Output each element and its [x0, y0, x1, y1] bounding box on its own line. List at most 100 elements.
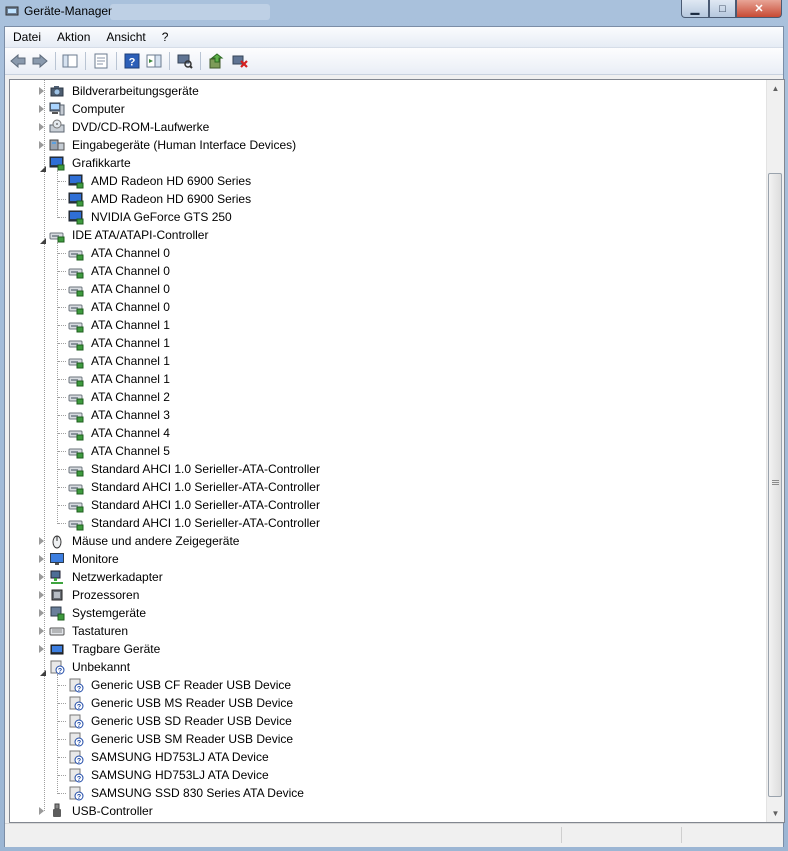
scroll-up-button[interactable]: ▲ [767, 80, 784, 97]
tree-device[interactable]: Standard AHCI 1.0 Serieller-ATA-Controll… [10, 514, 750, 532]
expand-arrow-icon[interactable] [39, 537, 44, 545]
expand-arrow-icon[interactable] [39, 105, 44, 113]
tree-device[interactable]: ? Generic USB MS Reader USB Device [10, 694, 750, 712]
display-adapter-icon [68, 192, 84, 207]
back-icon[interactable] [9, 52, 27, 70]
tree-device[interactable]: Standard AHCI 1.0 Serieller-ATA-Controll… [10, 460, 750, 478]
ide-controller-icon [68, 412, 84, 423]
properties-icon[interactable] [92, 52, 110, 70]
thumb-grip [772, 480, 779, 481]
tree-device[interactable]: ATA Channel 1 [10, 370, 750, 388]
expand-arrow-icon[interactable] [39, 123, 44, 131]
tree-category[interactable]: Systemgeräte [10, 604, 750, 622]
update-driver-icon[interactable] [207, 52, 225, 70]
expand-arrow-icon[interactable] [39, 555, 44, 563]
tree-category[interactable]: Grafikkarte [10, 154, 750, 172]
tree-item-label: Tastaturen [72, 624, 129, 638]
menu-help[interactable]: ? [154, 27, 177, 47]
tree-device[interactable]: ATA Channel 0 [10, 262, 750, 280]
tree-device[interactable]: ATA Channel 0 [10, 280, 750, 298]
tree-category[interactable]: IDE ATA/ATAPI-Controller [10, 226, 750, 244]
expand-arrow-icon[interactable] [39, 807, 44, 815]
expand-arrow-icon[interactable] [39, 591, 44, 599]
tree-device[interactable]: Standard AHCI 1.0 Serieller-ATA-Controll… [10, 478, 750, 496]
tree-device[interactable]: ATA Channel 3 [10, 406, 750, 424]
tree-device[interactable]: ATA Channel 4 [10, 424, 750, 442]
tree-device[interactable]: ? SAMSUNG SSD 830 Series ATA Device [10, 784, 750, 802]
tree-device[interactable]: ATA Channel 0 [10, 244, 750, 262]
tree-device[interactable]: ATA Channel 0 [10, 298, 750, 316]
menu-aktion[interactable]: Aktion [49, 27, 98, 47]
help-icon[interactable]: ? [123, 52, 141, 70]
tree-category[interactable]: Eingabegeräte (Human Interface Devices) [10, 136, 750, 154]
uninstall-icon[interactable] [231, 52, 249, 70]
tree-category[interactable]: Tragbare Geräte [10, 640, 750, 658]
tree-category[interactable]: Mäuse und andere Zeigegeräte [10, 532, 750, 550]
tree-device[interactable]: ? Generic USB CF Reader USB Device [10, 676, 750, 694]
tree-category[interactable]: Tastaturen [10, 622, 750, 640]
menu-datei[interactable]: Datei [5, 27, 49, 47]
svg-text:?: ? [77, 740, 81, 747]
expand-arrow-icon[interactable] [39, 573, 44, 581]
tree-category[interactable]: Bildverarbeitungsgeräte [10, 82, 750, 100]
tree-device[interactable]: ? SAMSUNG HD753LJ ATA Device [10, 766, 750, 784]
tree-category[interactable]: ? Unbekannt [10, 658, 750, 676]
tree-category[interactable]: USB-Controller [10, 802, 750, 820]
close-button[interactable]: ✕ [736, 0, 782, 18]
scroll-down-button[interactable]: ▼ [767, 805, 784, 822]
tree-device[interactable]: ATA Channel 1 [10, 352, 750, 370]
tree-device[interactable]: ATA Channel 2 [10, 388, 750, 406]
vertical-scrollbar[interactable]: ▲ ▼ [766, 80, 784, 822]
collapse-arrow-icon[interactable] [40, 163, 46, 172]
expand-arrow-icon[interactable] [39, 141, 44, 149]
expand-arrow-icon[interactable] [39, 87, 44, 95]
tree-item-label: ATA Channel 1 [91, 318, 170, 332]
tree-item-label: AMD Radeon HD 6900 Series [91, 174, 252, 188]
title-bar[interactable]: Geräte-Manager ▁ □ ✕ [0, 0, 788, 24]
tree-item-label: Standard AHCI 1.0 Serieller-ATA-Controll… [91, 480, 320, 494]
maximize-button[interactable]: □ [709, 0, 736, 18]
tree-device[interactable]: ATA Channel 1 [10, 334, 750, 352]
tree-category[interactable]: Computer [10, 100, 750, 118]
tree-category[interactable]: Prozessoren [10, 586, 750, 604]
tree-device[interactable]: NVIDIA GeForce GTS 250 [10, 208, 750, 226]
ide-controller-icon [68, 304, 84, 315]
tree-device[interactable]: ATA Channel 1 [10, 316, 750, 334]
console-tree-icon[interactable] [61, 52, 79, 70]
tree-item-label: SAMSUNG HD753LJ ATA Device [91, 768, 269, 782]
device-tree-panel[interactable]: Bildverarbeitungsgeräte Computer DVD/CD-RO… [9, 79, 785, 823]
status-bar [5, 823, 783, 847]
show-hide-icon[interactable] [145, 52, 163, 70]
expand-arrow-icon[interactable] [39, 645, 44, 653]
tree-device[interactable]: AMD Radeon HD 6900 Series [10, 172, 750, 190]
tree-category[interactable]: Netzwerkadapter [10, 568, 750, 586]
scan-hardware-icon[interactable] [176, 52, 194, 70]
tree-connector [58, 757, 66, 758]
expand-arrow-icon[interactable] [39, 609, 44, 617]
tree-device[interactable]: ATA Channel 5 [10, 442, 750, 460]
collapse-arrow-icon[interactable] [40, 667, 46, 676]
scroll-thumb[interactable] [768, 173, 782, 797]
tree-device[interactable]: ? Generic USB SD Reader USB Device [10, 712, 750, 730]
tree-category[interactable]: Monitore [10, 550, 750, 568]
tree-connector [58, 505, 66, 506]
expand-arrow-icon[interactable] [39, 627, 44, 635]
tree-item-label: DVD/CD-ROM-Laufwerke [72, 120, 210, 134]
tree-device[interactable]: ? Generic USB SM Reader USB Device [10, 730, 750, 748]
tree-device[interactable]: Standard AHCI 1.0 Serieller-ATA-Controll… [10, 496, 750, 514]
caption-buttons: ▁ □ ✕ [681, 0, 782, 18]
tree-connector [58, 523, 66, 524]
monitor-icon [50, 553, 64, 565]
tree-connector [58, 343, 66, 344]
tree-category[interactable]: DVD/CD-ROM-Laufwerke [10, 118, 750, 136]
collapse-arrow-icon[interactable] [40, 235, 46, 244]
tree-item-label: ATA Channel 2 [91, 390, 170, 404]
tree-device[interactable]: ? SAMSUNG HD753LJ ATA Device [10, 748, 750, 766]
tree-item-label: ATA Channel 1 [91, 354, 170, 368]
menu-ansicht[interactable]: Ansicht [98, 27, 153, 47]
tree-connector [58, 739, 66, 740]
tree-item-label: Standard AHCI 1.0 Serieller-ATA-Controll… [91, 516, 320, 530]
minimize-button[interactable]: ▁ [681, 0, 709, 18]
forward-icon[interactable] [31, 52, 49, 70]
tree-device[interactable]: AMD Radeon HD 6900 Series [10, 190, 750, 208]
